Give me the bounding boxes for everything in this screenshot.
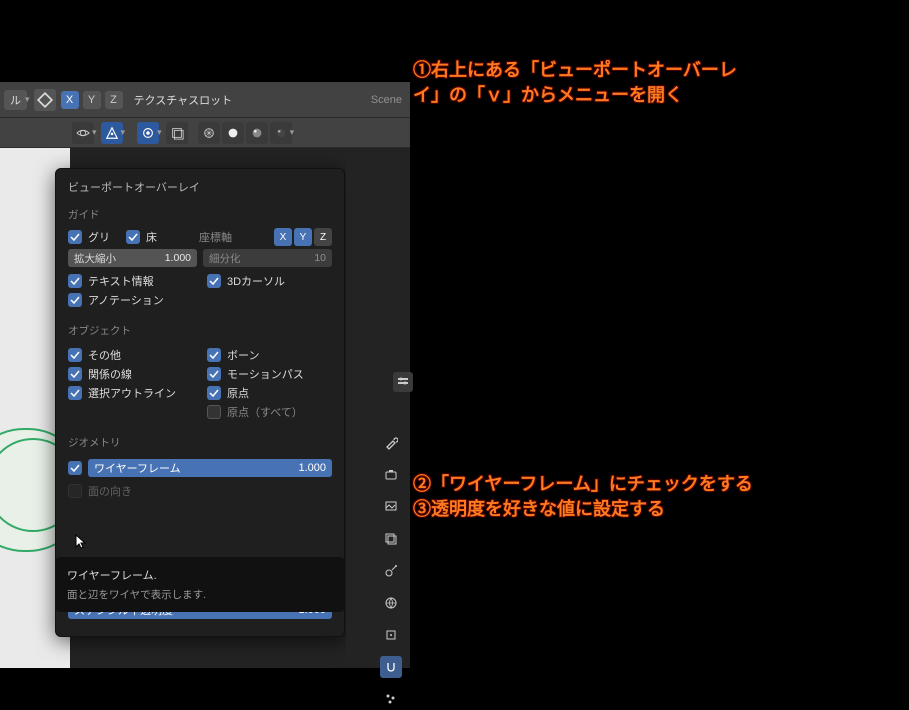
annotation-3: ③透明度を好きな値に設定する bbox=[413, 497, 665, 522]
tooltip-title: ワイヤーフレーム. bbox=[67, 567, 333, 583]
axes-label: 座標軸 bbox=[199, 229, 232, 245]
blender-ui: ル ▾ X Y Z テクスチャスロット Scene ▾ ▾ ▾ ▾ ビューポート… bbox=[0, 82, 410, 668]
chevron-down-icon: ▾ bbox=[25, 94, 30, 105]
annotations-checkbox[interactable] bbox=[68, 293, 82, 307]
world-icon[interactable] bbox=[380, 592, 402, 614]
motionpaths-label: モーションパス bbox=[227, 366, 304, 382]
overlay-toggle-icon[interactable] bbox=[137, 122, 159, 144]
origins-label: 原点 bbox=[227, 385, 249, 401]
annotation-2-text: ②「ワイヤーフレーム」にチェックをする bbox=[413, 474, 753, 494]
axis-y-toggle[interactable]: Y bbox=[294, 228, 312, 246]
particles-icon[interactable] bbox=[380, 688, 402, 710]
scene-icon[interactable] bbox=[380, 560, 402, 582]
annotation-3-text: ③透明度を好きな値に設定する bbox=[413, 499, 665, 519]
faceorient-label: 面の向き bbox=[88, 483, 132, 499]
tooltip-desc: 面と辺をワイヤで表示します. bbox=[67, 587, 333, 602]
scale-subdiv-row: 拡大縮小1.000 細分化10 bbox=[68, 249, 332, 267]
scale-field[interactable]: 拡大縮小1.000 bbox=[68, 249, 197, 267]
grid-checkbox[interactable] bbox=[68, 230, 82, 244]
object-data-icon[interactable] bbox=[380, 624, 402, 646]
scene-label: Scene bbox=[371, 94, 402, 106]
wireframe-value: 1.000 bbox=[298, 462, 326, 474]
texture-slot-label[interactable]: テクスチャスロット bbox=[134, 92, 233, 108]
relations-checkbox[interactable] bbox=[68, 367, 82, 381]
origins-checkbox[interactable] bbox=[207, 386, 221, 400]
overlay-toolbar: ▾ ▾ ▾ ▾ bbox=[0, 118, 410, 148]
faceorient-checkbox[interactable] bbox=[68, 484, 82, 498]
chevron-down-icon: ▾ bbox=[121, 127, 126, 138]
wireframe-label: ワイヤーフレーム bbox=[94, 460, 181, 476]
output-icon[interactable] bbox=[380, 496, 402, 518]
xray-toggle-icon[interactable] bbox=[166, 122, 188, 144]
shading-solid-icon[interactable] bbox=[222, 122, 244, 144]
objects-heading: オブジェクト bbox=[68, 323, 332, 338]
floor-label: 床 bbox=[146, 229, 157, 245]
cursor3d-checkbox[interactable] bbox=[207, 274, 221, 288]
properties-tab-rail bbox=[376, 432, 406, 710]
annotation-1: ①右上にある「ビューポートオーバーレ イ」の「ｖ」からメニューを開く bbox=[413, 58, 737, 108]
symmetry-icon[interactable] bbox=[34, 89, 56, 111]
guides-heading: ガイド bbox=[68, 207, 332, 222]
relations-label: 関係の線 bbox=[88, 366, 132, 382]
mirror-x-toggle[interactable]: X bbox=[61, 91, 79, 109]
shading-matprev-icon[interactable] bbox=[246, 122, 268, 144]
wireframe-slider[interactable]: ワイヤーフレーム 1.000 bbox=[88, 459, 332, 477]
extras-label: その他 bbox=[88, 347, 121, 363]
extras-checkbox[interactable] bbox=[68, 348, 82, 362]
faceorient-row: 面の向き bbox=[68, 483, 332, 499]
subdiv-field[interactable]: 細分化10 bbox=[203, 249, 332, 267]
axis-z-toggle[interactable]: Z bbox=[314, 228, 332, 246]
options-icon[interactable] bbox=[393, 372, 413, 392]
mouse-cursor-icon bbox=[74, 533, 90, 549]
annotation-2: ②「ワイヤーフレーム」にチェックをする bbox=[413, 472, 753, 497]
popover-title: ビューポートオーバーレイ bbox=[68, 179, 332, 195]
view-dropdown[interactable]: ル bbox=[4, 90, 27, 110]
cursor3d-label: 3Dカーソル bbox=[227, 273, 285, 289]
visibility-icon[interactable] bbox=[72, 122, 94, 144]
properties-top-icons bbox=[395, 372, 411, 392]
tooltip: ワイヤーフレーム. 面と辺をワイヤで表示します. bbox=[55, 557, 345, 612]
tool-icon[interactable] bbox=[380, 432, 402, 454]
textinfo-label: テキスト情報 bbox=[88, 273, 154, 289]
outline-label: 選択アウトライン bbox=[88, 385, 176, 401]
wireframe-row: ワイヤーフレーム 1.000 bbox=[68, 456, 332, 480]
axis-x-toggle[interactable]: X bbox=[274, 228, 292, 246]
guides-row: グリ 床 座標軸 X Y Z bbox=[68, 228, 332, 246]
origins-all-checkbox[interactable] bbox=[207, 405, 221, 419]
textinfo-checkbox[interactable] bbox=[68, 274, 82, 288]
outline-checkbox[interactable] bbox=[68, 386, 82, 400]
shading-render-icon[interactable] bbox=[270, 122, 292, 144]
annotation-1-line2: イ」の「ｖ」からメニューを開く bbox=[413, 85, 683, 105]
chevron-down-icon: ▾ bbox=[92, 127, 97, 138]
geometry-heading: ジオメトリ bbox=[68, 435, 332, 450]
grid-label: グリ bbox=[88, 229, 110, 245]
mirror-y-toggle[interactable]: Y bbox=[83, 91, 101, 109]
viewlayer-icon[interactable] bbox=[380, 528, 402, 550]
bones-label: ボーン bbox=[227, 347, 259, 363]
annotations-label: アノテーション bbox=[88, 292, 164, 308]
render-icon[interactable] bbox=[380, 464, 402, 486]
floor-checkbox[interactable] bbox=[126, 230, 140, 244]
chevron-down-icon: ▾ bbox=[290, 127, 295, 138]
origins-all-label: 原点（すべて） bbox=[227, 404, 303, 420]
bones-checkbox[interactable] bbox=[207, 348, 221, 362]
annotation-1-line1: ①右上にある「ビューポートオーバーレ bbox=[413, 60, 737, 80]
motionpaths-checkbox[interactable] bbox=[207, 367, 221, 381]
wireframe-checkbox[interactable] bbox=[68, 461, 82, 475]
mirror-z-toggle[interactable]: Z bbox=[105, 91, 123, 109]
chevron-down-icon: ▾ bbox=[157, 127, 162, 138]
gizmo-toggle-icon[interactable] bbox=[101, 122, 123, 144]
modifier-icon[interactable] bbox=[380, 656, 402, 678]
header-bar: ル ▾ X Y Z テクスチャスロット Scene bbox=[0, 82, 410, 118]
shading-wire-icon[interactable] bbox=[198, 122, 220, 144]
